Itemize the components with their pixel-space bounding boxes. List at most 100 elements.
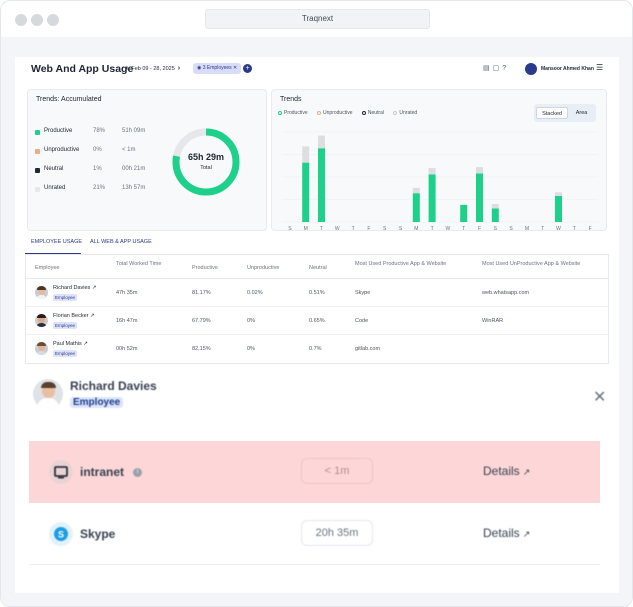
details-link[interactable]: Details ↗ [483,464,530,478]
bar-productive-1[interactable] [302,162,310,222]
x-tick-label: T [352,226,355,232]
address-bar[interactable]: Traqnext [205,9,430,29]
bar-productive-8[interactable] [412,193,420,222]
legend-name: Productive [44,128,73,134]
th-unproductive: Unproductive [247,265,280,271]
external-link-icon: ↗ [522,529,531,539]
legend-percent: 78% [93,128,106,134]
cell-neutral: 0.7% [309,346,322,352]
accumulated-title: Trends: Accumulated [36,96,102,103]
legend-time: 51h 09m [122,128,146,134]
chat-icon[interactable]: ▢ [493,65,503,72]
employee-usage-table: Employee Total Worked Time Productive Un… [25,254,609,364]
x-tick-label: W [446,226,451,232]
x-tick-label: S [399,226,403,232]
bar-unrated-17[interactable] [555,192,562,196]
window-minimize-dot[interactable] [31,14,43,26]
panel-role-badge: Employee [70,397,124,408]
trends-card: Trends Productive Unproductive Neutral U… [271,89,607,232]
panel-avatar [33,379,63,409]
employee-chip-label: 3 Employees [202,65,232,71]
bar-unrated-8[interactable] [412,187,420,194]
legend-time: 13h 57m [122,185,146,191]
date-separator: - [150,66,152,72]
employee-name[interactable]: Richard Davies ↗ [53,285,96,291]
window-maximize-dot[interactable] [47,14,59,26]
app-row-skype[interactable]: S Skype 20h 35m Details ↗ [29,503,600,565]
cell-unproductive-app: WinRAR [482,318,504,324]
cell-total-time: 16h 47m [116,318,138,324]
employee-name[interactable]: Florian Becker ↗ [53,313,95,319]
unrated-swatch [35,187,40,192]
cell-unproductive: 0.02% [247,290,263,296]
help-icon[interactable]: ? [502,65,509,72]
external-link-icon[interactable]: ↗ [92,285,97,291]
external-link-icon[interactable]: ↗ [83,341,88,347]
cell-unproductive: 0% [247,346,255,352]
trends-bar-chart: SMTWTFSSMTWTFSSMTWTF [282,131,598,232]
close-icon[interactable]: ✕ [232,65,237,71]
chevron-right-icon[interactable]: › [175,65,183,72]
cell-productive: 82.15% [192,346,211,352]
x-tick-label: M [414,226,418,232]
bar-productive-17[interactable] [555,195,562,222]
bar-unrated-13[interactable] [491,204,499,209]
header-icons: ▤▢? [483,64,509,72]
table-row[interactable]: Paul Mathis ↗ Employee 00h 52m 82.15% 0%… [26,335,608,363]
tab-all-web-app-usage[interactable]: ALL WEB & APP USAGE [90,239,152,245]
bar-unrated-2[interactable] [318,135,325,149]
legend-time: < 1m [122,147,136,153]
page-title: Web And App Usage [31,63,134,75]
date-to[interactable]: 28, 2025 [153,66,174,72]
add-filter-button[interactable]: + [243,64,252,73]
browser-titlebar: Traqnext [1,1,632,37]
accumulated-donut [172,128,240,196]
monitor-icon [49,460,73,484]
legend-unproductive: Unproductive 0% < 1m [35,147,160,157]
bar-unrated-12[interactable] [476,167,483,174]
bar-productive-9[interactable] [428,174,436,222]
employee-avatar [35,286,48,299]
user-name[interactable]: Mansoor Ahmed Khan [541,66,594,72]
menu-icon[interactable]: ☰ [596,63,603,72]
th-neutral: Neutral [309,265,327,271]
bar-productive-13[interactable] [491,208,499,223]
page-header: Web And App Usage ‹ Feb 09 - 28, 2025 › ◉ … [15,57,619,83]
legend-name: Unproductive [44,147,80,153]
cell-total-time: 47h 35m [116,290,138,296]
x-tick-label: S [509,226,513,232]
x-tick-label: T [320,226,323,232]
bar-productive-11[interactable] [460,204,468,222]
legend-name: Unrated [44,185,66,191]
table-row[interactable]: Richard Davies ↗ Employee 47h 35m 81.17%… [26,279,608,307]
window-close-dot[interactable] [15,14,27,26]
cell-total-time: 00h 52m [116,346,138,352]
bar-productive-12[interactable] [476,173,483,222]
user-avatar[interactable] [525,63,537,75]
bar-productive-2[interactable] [318,148,325,222]
th-employee: Employee [35,265,60,271]
employee-avatar [35,314,48,327]
info-icon[interactable]: i [133,468,142,477]
app-row-intranet[interactable]: intranet i < 1m Details ↗ [29,441,600,503]
x-tick-label: M [525,226,529,232]
details-link[interactable]: Details ↗ [483,526,530,540]
legend-percent: 0% [93,147,102,153]
cell-unproductive-app: web.whatsapp.com [482,290,530,296]
employee-role-badge: Employee [53,322,78,329]
document-icon[interactable]: ▤ [483,65,493,72]
legend-percent: 1% [93,166,102,172]
bar-unrated-1[interactable] [302,146,310,163]
external-link-icon[interactable]: ↗ [90,313,95,319]
close-icon[interactable]: ✕ [593,387,606,407]
x-tick-label: F [478,226,481,232]
date-range: ‹ Feb 09 - 28, 2025 › [123,65,183,72]
legend-time: 00h 21m [122,166,146,172]
employee-name[interactable]: Paul Mathis ↗ [53,341,88,347]
tab-employee-usage[interactable]: EMPLOYEE USAGE [31,239,82,245]
employee-filter-chip[interactable]: ◉ 3 Employees ✕ [193,63,242,74]
table-row[interactable]: Florian Becker ↗ Employee 16h 47m 67.79%… [26,307,608,335]
x-tick-label: T [541,226,544,232]
bar-unrated-9[interactable] [428,168,436,175]
date-from[interactable]: Feb 09 [131,66,148,72]
